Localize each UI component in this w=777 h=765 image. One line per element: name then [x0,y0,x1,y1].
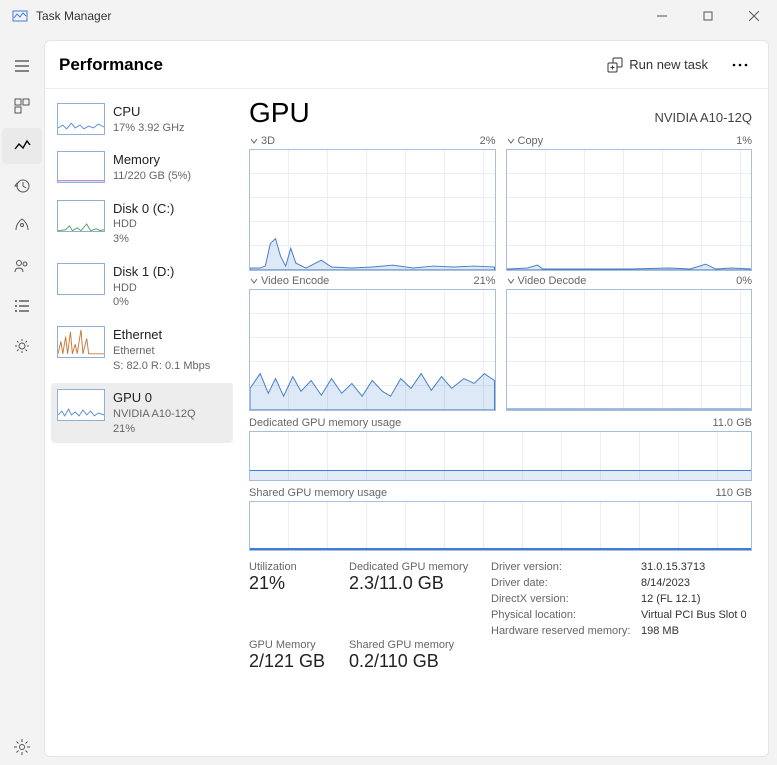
gpu0-thumbnail [57,389,105,421]
directx-version: 12 (FL 12.1) [641,593,752,605]
close-button[interactable] [731,0,777,32]
nav-rail [0,32,44,765]
stats-grid: Utilization21% Dedicated GPU memory2.3/1… [249,561,752,680]
nav-services[interactable] [2,328,42,364]
sidebar-item-ethernet[interactable]: EthernetEthernetS: 82.0 R: 0.1 Mbps [51,320,233,379]
engine-dropdown-encode[interactable]: Video Encode [249,275,329,287]
shared-mem-label: Shared GPU memory usage [249,487,387,499]
engine-pct: 2% [480,135,496,147]
engine-chart-decode [506,289,753,411]
utilization-value: 21% [249,573,339,594]
sidebar-item-disk0[interactable]: Disk 0 (C:)HDD3% [51,194,233,253]
engine-dropdown-decode[interactable]: Video Decode [506,275,587,287]
nav-startup[interactable] [2,208,42,244]
memory-thumbnail [57,151,105,183]
nav-processes[interactable] [2,88,42,124]
nav-users[interactable] [2,248,42,284]
run-new-task-button[interactable]: Run new task [599,53,716,77]
nav-app-history[interactable] [2,168,42,204]
chevron-down-icon [506,276,516,286]
engine-chart-copy [506,149,753,271]
maximize-button[interactable] [685,0,731,32]
shared-mem-max: 110 GB [716,487,753,499]
gpu-memory-value: 2/121 GB [249,651,339,672]
driver-date: 8/14/2023 [641,577,752,589]
detail-title: GPU [249,97,310,129]
device-name: NVIDIA A10-12Q [654,110,752,125]
minimize-button[interactable] [639,0,685,32]
hw-reserved: 198 MB [641,625,752,637]
disk0-thumbnail [57,200,105,232]
sidebar-item-disk1[interactable]: Disk 1 (D:)HDD0% [51,257,233,316]
dedicated-mem-label: Dedicated GPU memory usage [249,417,401,429]
dedicated-mem-chart [249,431,752,481]
dedicated-mem-value: 2.3/11.0 GB [349,573,481,594]
section-title: Performance [59,55,163,75]
app-icon [12,8,28,24]
driver-version: 31.0.15.3713 [641,561,752,573]
sidebar-item-memory[interactable]: Memory11/220 GB (5%) [51,145,233,189]
engine-chart-encode [249,289,496,411]
main-card: Performance Run new task CPU17% 3.92 GHz… [44,40,769,757]
shared-mem-value: 0.2/110 GB [349,651,481,672]
card-header: Performance Run new task [45,41,768,89]
shared-mem-chart [249,501,752,551]
ethernet-thumbnail [57,326,105,358]
titlebar: Task Manager [0,0,777,32]
cpu-thumbnail [57,103,105,135]
run-task-label: Run new task [629,57,708,72]
resource-sidebar: CPU17% 3.92 GHz Memory11/220 GB (5%) Dis… [45,89,239,756]
sidebar-item-cpu[interactable]: CPU17% 3.92 GHz [51,97,233,141]
nav-details[interactable] [2,288,42,324]
nav-performance[interactable] [2,128,42,164]
engine-dropdown-copy[interactable]: Copy [506,135,544,147]
chevron-down-icon [506,136,516,146]
engine-dropdown-3d[interactable]: 3D [249,135,275,147]
chevron-down-icon [249,136,259,146]
run-task-icon [607,57,623,73]
window-title: Task Manager [36,9,111,23]
hamburger-button[interactable] [2,48,42,84]
chevron-down-icon [249,276,259,286]
sidebar-label: CPU [113,103,185,121]
more-button[interactable] [726,51,754,79]
detail-pane: GPU NVIDIA A10-12Q 3D2% Copy1% Video Enc… [239,89,768,756]
physical-location: Virtual PCI Bus Slot 0 [641,609,752,621]
disk1-thumbnail [57,263,105,295]
nav-settings[interactable] [2,729,42,765]
sidebar-item-gpu0[interactable]: GPU 0NVIDIA A10-12Q21% [51,383,233,442]
dedicated-mem-max: 11.0 GB [712,417,752,429]
engine-chart-3d [249,149,496,271]
